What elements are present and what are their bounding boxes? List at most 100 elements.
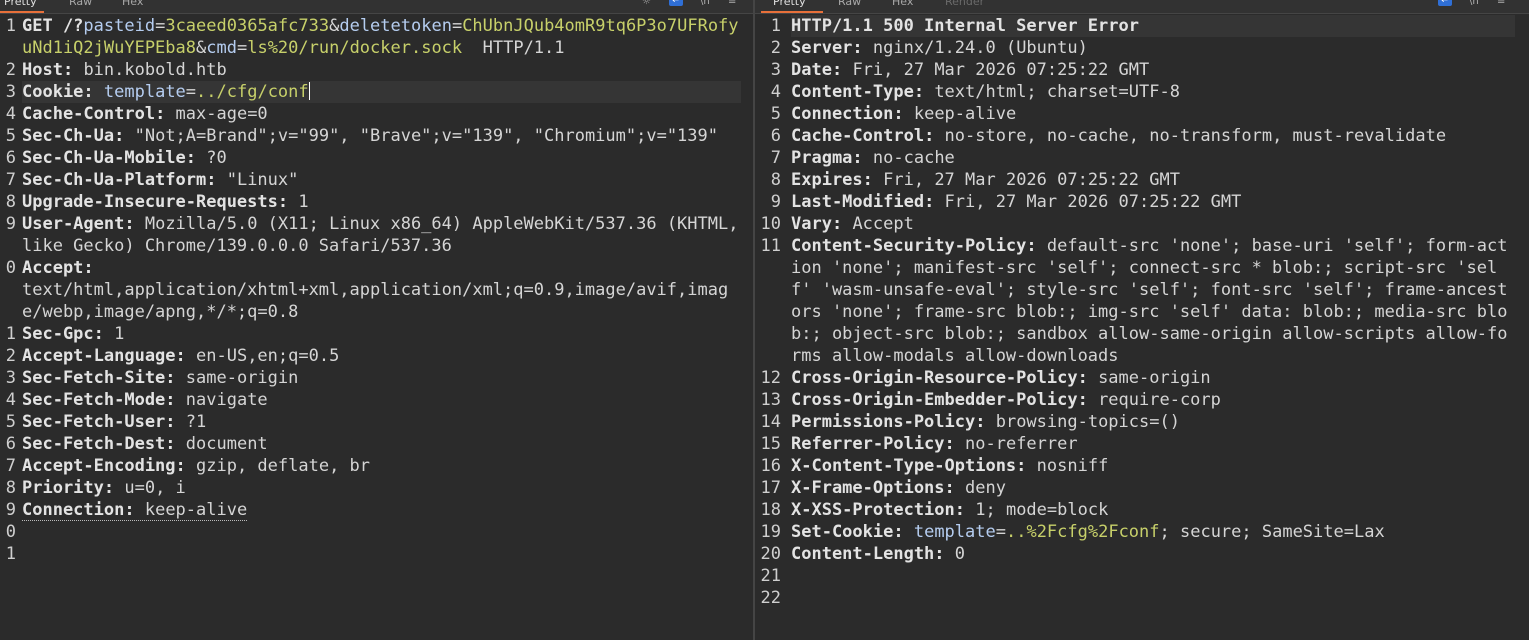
header-line: 6 Sec-Ch-Ua-Mobile: ?0 — [0, 147, 753, 169]
header-name: Cross-Origin-Resource-Policy — [791, 368, 1078, 388]
header-value: Fri, 27 Mar 2026 07:25:22 GMT — [944, 192, 1242, 212]
line-number: 6 — [770, 126, 781, 146]
line-number: 10 — [760, 214, 781, 234]
response-editor[interactable]: 1 HTTP/1.1 500 Internal Server Error 2 S… — [755, 15, 1529, 609]
header-line: 9 Connection: keep-alive — [0, 499, 753, 521]
empty-line: 21 — [755, 565, 1529, 587]
header-name: Sec-Ch-Ua-Mobile — [22, 148, 186, 168]
header-line: 5 Sec-Ch-Ua: "Not;A=Brand";v="99", "Brav… — [0, 125, 753, 147]
line-number: 8 — [5, 192, 16, 212]
header-line: 13 Cross-Origin-Embedder-Policy: require… — [755, 389, 1529, 411]
request-tab-raw[interactable]: Raw — [69, 0, 92, 9]
request-editor[interactable]: 1 GET /?pasteid=3caeed0365afc733&deletet… — [0, 15, 753, 565]
header-value: no-store, no-cache, no-transform, must-r… — [944, 126, 1447, 146]
header-name: Vary — [791, 214, 832, 234]
request-tab-pretty[interactable]: Pretty — [4, 0, 37, 9]
header-value: document — [185, 434, 268, 454]
header-name: Accept — [22, 258, 84, 278]
line-number: 3 — [770, 60, 781, 80]
newline-icon[interactable]: \n — [1469, 0, 1479, 7]
response-tab-pretty[interactable]: Pretty — [773, 0, 806, 9]
menu-icon[interactable]: ≡ — [728, 0, 736, 7]
connection-header-underlined: Connection: keep-alive — [22, 500, 248, 521]
header-name: Priority — [22, 478, 104, 498]
param-name: pasteid — [83, 16, 156, 36]
header-line: 12 Cross-Origin-Resource-Policy: same-or… — [755, 367, 1529, 389]
menu-icon[interactable]: ≡ — [1497, 0, 1505, 7]
line-number: 5 — [770, 104, 781, 124]
header-value: "Linux" — [226, 170, 299, 190]
header-value: 1 — [114, 324, 125, 344]
active-tab-indicator — [761, 11, 823, 13]
line-number: 3 — [5, 368, 16, 388]
header-line: 15 Referrer-Policy: no-referrer — [755, 433, 1529, 455]
header-name: Last-Modified — [791, 192, 925, 212]
header-name: User-Agent — [22, 214, 125, 234]
header-name: Sec-Fetch-Site — [22, 368, 166, 388]
line-number: 4 — [5, 390, 16, 410]
header-value: no-referrer — [965, 434, 1078, 454]
header-line-current: 3 Cookie: template=../cfg/conf — [0, 81, 753, 103]
response-tab-render[interactable]: Render — [945, 0, 984, 9]
line-number: 18 — [760, 500, 781, 520]
header-line: 4 Sec-Fetch-Mode: navigate — [0, 389, 753, 411]
header-value: en-US,en;q=0.5 — [196, 346, 340, 366]
line-number: 19 — [760, 522, 781, 542]
header-name: Content-Security-Policy — [791, 236, 1027, 256]
param-name: cmd — [206, 38, 237, 58]
line-number: 17 — [760, 478, 781, 498]
header-name: Content-Length — [791, 544, 935, 564]
param-value: 3caeed0365afc733 — [165, 16, 330, 36]
header-name: Accept-Language — [22, 346, 176, 366]
line-number: 4 — [770, 82, 781, 102]
protocol: HTTP/1.1 — [462, 38, 565, 58]
line-number: 15 — [760, 434, 781, 454]
header-line: 2 Host: bin.kobold.htb — [0, 59, 753, 81]
header-name: Accept-Encoding — [22, 456, 176, 476]
header-line: 9 User-Agent: Mozilla/5.0 (X11; Linux x8… — [0, 213, 753, 257]
header-value: same-origin — [185, 368, 299, 388]
header-line: 9 Last-Modified: Fri, 27 Mar 2026 07:25:… — [755, 191, 1529, 213]
request-tab-hex[interactable]: Hex — [122, 0, 143, 9]
header-value: Accept — [852, 214, 914, 234]
request-tabbar: Pretty Raw Hex ☼ ↵ \n ≡ — [0, 0, 753, 14]
line-number: 1 — [5, 324, 16, 344]
line-number: 13 — [760, 390, 781, 410]
cookie-attributes: ; secure; SameSite=Lax — [1159, 522, 1385, 542]
header-value: "Not;A=Brand";v="99", "Brave";v="139", "… — [134, 126, 718, 146]
header-value: 1 — [298, 192, 309, 212]
header-name: Connection — [22, 500, 125, 520]
header-name: Permissions-Policy — [791, 412, 976, 432]
wrap-badge-icon[interactable]: ↵ — [1438, 0, 1453, 6]
newline-icon[interactable]: \n — [700, 0, 710, 7]
header-name: Expires — [791, 170, 863, 190]
header-value: Fri, 27 Mar 2026 07:25:22 GMT — [852, 60, 1150, 80]
header-value: deny — [965, 478, 1006, 498]
status-line: 1 HTTP/1.1 500 Internal Server Error — [755, 15, 1529, 37]
response-tabbar: Pretty Raw Hex Render ↵ \n ≡ — [755, 0, 1529, 14]
header-line: 6 Sec-Fetch-Dest: document — [0, 433, 753, 455]
header-value: keep-alive — [913, 104, 1017, 124]
header-line: 6 Cache-Control: no-store, no-cache, no-… — [755, 125, 1529, 147]
wrap-badge-icon[interactable]: ↵ — [669, 0, 684, 6]
header-line: 2 Accept-Language: en-US,en;q=0.5 — [0, 345, 753, 367]
header-line: 19 Set-Cookie: template=..%2Fcfg%2Fconf;… — [755, 521, 1529, 543]
active-tab-indicator — [0, 11, 44, 13]
response-tab-raw[interactable]: Raw — [838, 0, 861, 9]
header-line: 5 Sec-Fetch-User: ?1 — [0, 411, 753, 433]
line-number: 9 — [770, 192, 781, 212]
line-number: 16 — [760, 456, 781, 476]
header-name: Cache-Control — [791, 126, 925, 146]
response-tab-hex[interactable]: Hex — [892, 0, 913, 9]
header-line: 3 Sec-Fetch-Site: same-origin — [0, 367, 753, 389]
line-number: 1 — [5, 544, 16, 564]
line-number: 1 — [5, 16, 16, 36]
eye-off-icon[interactable]: ☼ — [642, 0, 651, 7]
header-name: X-XSS-Protection — [791, 500, 955, 520]
header-name: Sec-Fetch-User — [22, 412, 166, 432]
header-line: 8 Expires: Fri, 27 Mar 2026 07:25:22 GMT — [755, 169, 1529, 191]
line-number: 2 — [5, 60, 16, 80]
line-number: 12 — [760, 368, 781, 388]
header-value: nosniff — [1036, 456, 1109, 476]
header-name: Sec-Fetch-Dest — [22, 434, 166, 454]
